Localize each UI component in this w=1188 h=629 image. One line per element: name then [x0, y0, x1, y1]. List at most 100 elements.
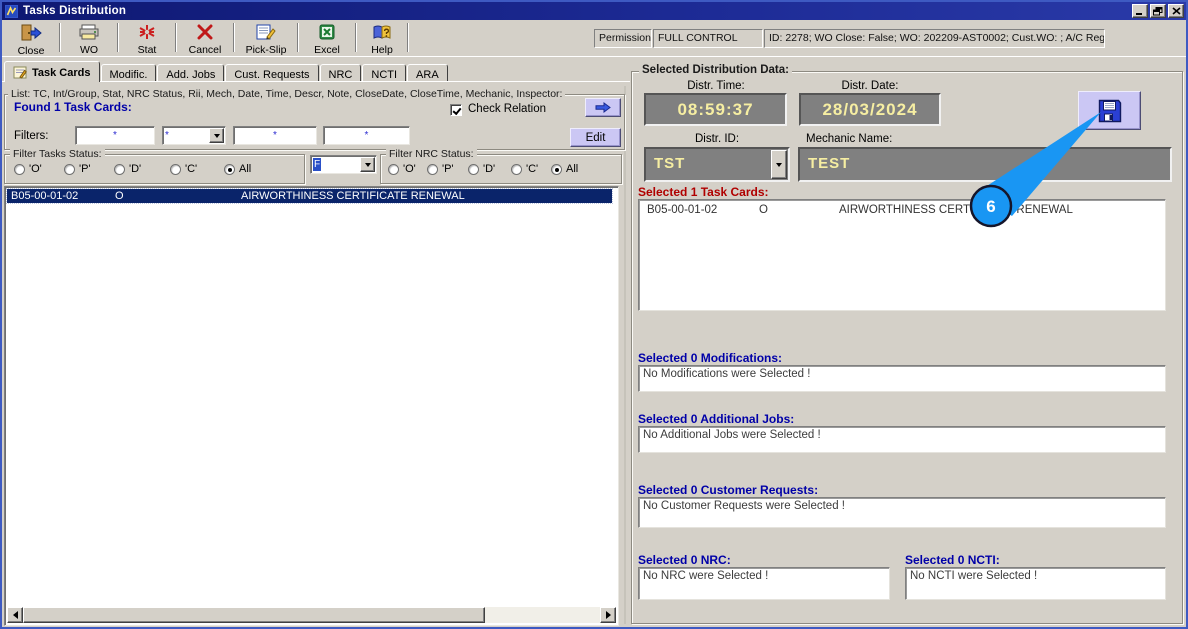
tab-ncti[interactable]: NCTI	[362, 64, 407, 82]
mechanic-name-field[interactable]: TEST	[798, 147, 1172, 182]
tab-task-cards[interactable]: Task Cards	[4, 61, 100, 82]
radio-icon	[427, 163, 438, 175]
task-status: O	[759, 204, 768, 216]
tab-nrc[interactable]: NRC	[319, 64, 362, 82]
tasks-status-radio-all[interactable]: All	[224, 163, 251, 175]
minimize-button[interactable]	[1132, 4, 1148, 18]
nrc-status-radio-p[interactable]: 'P'	[427, 163, 454, 175]
tab-modific[interactable]: Modific.	[100, 64, 157, 82]
filter-input-4[interactable]	[323, 126, 410, 145]
toolbar-label: Pick-Slip	[245, 44, 287, 56]
edit-button[interactable]: Edit	[570, 128, 621, 147]
task-list-row[interactable]: B05-00-01-02 O AIRWORTHINESS CERTIFICATE…	[6, 188, 613, 204]
list-group-title: List: TC, Int/Group, Stat, NRC Status, R…	[8, 88, 566, 100]
selected-task-row[interactable]: B05-00-01-02 O AIRWORTHINESS CERTIFICATE…	[641, 203, 1159, 217]
selected-distribution-title: Selected Distribution Data:	[639, 64, 792, 76]
forward-arrow-button[interactable]	[585, 98, 621, 117]
task-tc: B05-00-01-02	[11, 190, 79, 202]
excel-button[interactable]: Excel	[301, 22, 353, 56]
task-list[interactable]: B05-00-01-02 O AIRWORTHINESS CERTIFICATE…	[4, 186, 619, 626]
stat-button[interactable]: Stat	[121, 22, 173, 56]
toolbar-label: Excel	[314, 44, 340, 56]
tab-label: Add. Jobs	[166, 68, 216, 81]
tab-label: ARA	[416, 68, 439, 81]
task-description: AIRWORTHINESS CERTIFICATE RENEWAL	[241, 190, 465, 202]
additional-jobs-list[interactable]: No Additional Jobs were Selected !	[638, 426, 1166, 453]
scrollbar-track[interactable]	[485, 607, 600, 623]
nrc-list[interactable]: No NRC were Selected !	[638, 567, 890, 600]
horizontal-scrollbar[interactable]	[7, 607, 616, 623]
radio-icon	[468, 163, 479, 175]
nrc-status-radio-c[interactable]: 'C'	[511, 163, 538, 175]
distr-date-label: Distr. Date:	[841, 80, 899, 92]
radio-label: All	[239, 163, 252, 175]
radio-label: 'C'	[185, 163, 198, 175]
pick-slip-button[interactable]: Pick-Slip	[237, 22, 295, 56]
tasks-status-radio-o[interactable]: 'O'	[14, 163, 42, 175]
tab-label: Modific.	[109, 68, 148, 81]
edit-button-label: Edit	[585, 131, 606, 144]
customer-requests-list[interactable]: No Customer Requests were Selected !	[638, 497, 1166, 528]
scroll-left-button[interactable]	[7, 607, 23, 623]
save-button[interactable]	[1078, 91, 1141, 130]
toolbar-label: Stat	[137, 44, 157, 56]
nrc-status-radio-all[interactable]: All	[551, 163, 578, 175]
radio-icon	[551, 163, 562, 175]
tab-add-jobs[interactable]: Add. Jobs	[157, 64, 225, 82]
tab-label: NRC	[328, 68, 353, 81]
filter-input-1[interactable]	[75, 126, 155, 145]
scroll-right-button[interactable]	[600, 607, 616, 623]
selected-nrc-label: Selected 0 NRC:	[638, 553, 731, 567]
tab-cust-requests[interactable]: Cust. Requests	[225, 64, 319, 82]
radio-label: 'P'	[79, 163, 91, 175]
tasks-status-radio-d[interactable]: 'D'	[114, 163, 141, 175]
wo-button[interactable]: WO	[63, 22, 115, 56]
scrollbar-thumb[interactable]	[23, 607, 485, 623]
toolbar-separator	[407, 23, 409, 52]
tasks-status-radio-p[interactable]: 'P'	[64, 163, 91, 175]
tasks-status-radio-c[interactable]: 'C'	[170, 163, 197, 175]
selected-task-cards-list[interactable]: B05-00-01-02 O AIRWORTHINESS CERTIFICATE…	[638, 199, 1166, 311]
restore-button[interactable]	[1150, 4, 1166, 18]
radio-label: All	[566, 163, 579, 175]
work-order-info: ID: 2278; WO Close: False; WO: 202209-AS…	[764, 29, 1105, 48]
radio-icon	[388, 163, 399, 175]
radio-icon	[224, 163, 235, 175]
nrc-status-radio-o[interactable]: 'O'	[388, 163, 416, 175]
radio-label: 'P'	[442, 163, 454, 175]
radio-icon	[14, 163, 25, 175]
permission-value: FULL CONTROL	[653, 29, 763, 48]
distr-id-dropdown-button[interactable]	[771, 150, 787, 179]
close-window-button[interactable]	[1168, 4, 1184, 18]
selected-ncti-label: Selected 0 NCTI:	[905, 553, 1000, 567]
app-icon	[5, 4, 18, 18]
selected-customer-requests-label: Selected 0 Customer Requests:	[638, 483, 819, 497]
check-relation-checkbox[interactable]	[450, 104, 462, 116]
help-book-icon	[372, 24, 392, 43]
selected-task-cards-label: Selected 1 Task Cards:	[638, 185, 769, 199]
ncti-list[interactable]: No NCTI were Selected !	[905, 567, 1166, 600]
type-filter-dropdown-button[interactable]	[360, 157, 375, 172]
mechanic-name-label: Mechanic Name:	[806, 133, 893, 145]
radio-icon	[170, 163, 181, 175]
permission-label: Permission:	[594, 29, 652, 48]
distr-id-combo[interactable]: TST	[644, 147, 790, 182]
left-arrow-icon	[9, 611, 18, 619]
filter-combo-dropdown-button[interactable]	[209, 128, 224, 143]
tasks-distribution-window: Tasks Distribution Close WO Stat Cancel	[0, 0, 1188, 629]
tab-ara[interactable]: ARA	[407, 64, 448, 82]
modifications-list[interactable]: No Modifications were Selected !	[638, 365, 1166, 392]
task-card-icon	[13, 66, 28, 79]
task-tc: B05-00-01-02	[647, 204, 718, 216]
close-button[interactable]: Close	[5, 22, 57, 57]
nrc-status-radio-d[interactable]: 'D'	[468, 163, 495, 175]
exit-door-icon	[20, 24, 42, 44]
cancel-button[interactable]: Cancel	[179, 22, 231, 56]
found-task-cards-label: Found 1 Task Cards:	[14, 100, 132, 114]
help-button[interactable]: Help	[359, 22, 405, 56]
filter-input-3[interactable]	[233, 126, 317, 145]
distr-id-value: TST	[654, 155, 686, 172]
printer-icon	[78, 24, 100, 43]
panel-divider	[624, 86, 626, 624]
selected-additional-jobs-label: Selected 0 Additional Jobs:	[638, 412, 795, 426]
